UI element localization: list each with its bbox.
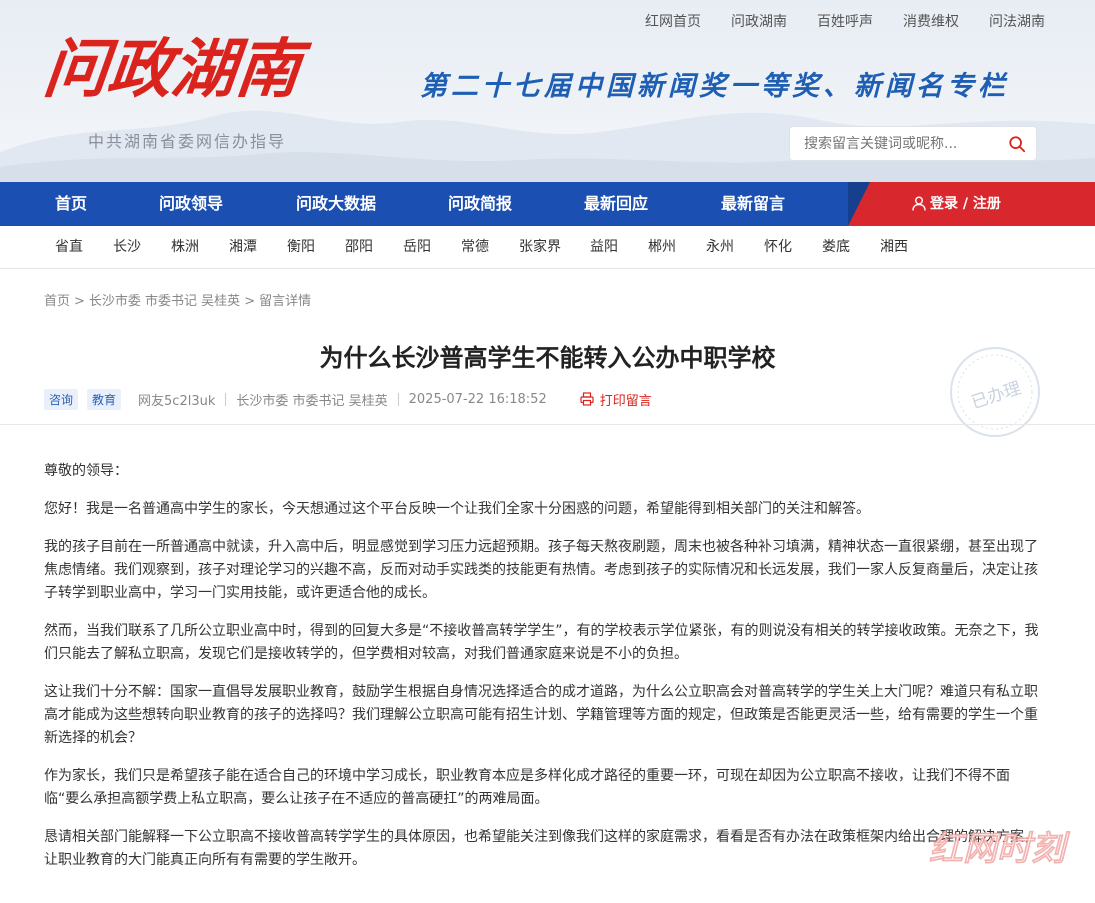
paragraph: 您好！我是一名普通高中学生的家长，今天想通过这个平台反映一个让我们全家十分困惑的… (44, 501, 870, 517)
message-content: 尊敬的领导： 您好！我是一名普通高中学生的家长，今天想通过这个平台反映一个让我们… (44, 460, 1044, 887)
region-item[interactable]: 株洲 (171, 226, 199, 269)
stamp-text: 已办理 (969, 378, 1024, 413)
author-name: 网友5c2l3uk (138, 393, 216, 409)
login-register-label: 登录 / 注册 (930, 196, 1001, 212)
tag-education[interactable]: 教育 (87, 388, 122, 410)
region-item[interactable]: 湘西 (880, 226, 908, 269)
divider (557, 393, 558, 406)
paragraph: 我的孩子目前在一所普通高中就读，升入高中后，明显感觉到学习压力远超预期。孩子每天… (44, 539, 1038, 601)
region-nav: 省直 长沙 株洲 湘潭 衡阳 邵阳 岳阳 常德 张家界 益阳 郴州 永州 怀化 … (0, 226, 1095, 269)
paragraph: 作为家长，我们只是希望孩子能在适合自己的环境中学习成长，职业教育本应是多样化成才… (44, 768, 1010, 807)
top-link-wenfa-hunan[interactable]: 问法湖南 (989, 11, 1045, 31)
article-meta: 咨询 教育 网友5c2l3uk 长沙市委 市委书记 吴桂英 2025-07-22… (44, 388, 652, 410)
region-item[interactable]: 怀化 (764, 226, 792, 269)
search-icon[interactable] (1008, 135, 1026, 153)
region-item[interactable]: 郴州 (648, 226, 676, 269)
paragraph: 尊敬的领导： (44, 463, 128, 479)
region-item[interactable]: 邵阳 (345, 226, 373, 269)
header-banner: 红网首页 问政湖南 百姓呼声 消费维权 问法湖南 问政湖南 中共湖南省委网信办指… (0, 0, 1095, 182)
nav-item-latest-responses[interactable]: 最新回应 (584, 182, 648, 226)
region-item[interactable]: 衡阳 (287, 226, 315, 269)
printer-icon (580, 392, 594, 406)
region-item[interactable]: 湘潭 (229, 226, 257, 269)
watermark-sub: REDNET.CN (971, 868, 1037, 879)
header-divider (0, 424, 1095, 425)
search-box (789, 126, 1037, 161)
region-item[interactable]: 永州 (706, 226, 734, 269)
page-title: 为什么长沙普高学生不能转入公办中职学校 (319, 343, 776, 372)
breadcrumb-home[interactable]: 首页 (44, 294, 70, 309)
top-link-wenzheng-hunan[interactable]: 问政湖南 (731, 11, 787, 31)
nav-item-leaders[interactable]: 问政领导 (159, 182, 223, 226)
message-target[interactable]: 长沙市委 市委书记 吴桂英 (236, 390, 387, 409)
top-link-baixing-husheng[interactable]: 百姓呼声 (817, 11, 873, 31)
user-icon (912, 196, 926, 211)
nav-item-latest-messages[interactable]: 最新留言 (721, 182, 785, 226)
divider (225, 392, 227, 406)
top-link-consumer-rights[interactable]: 消费维权 (903, 11, 959, 31)
paragraph: 这让我们十分不解：国家一直倡导发展职业教育，鼓励学生根据自身情况选择适合的成才道… (44, 684, 1038, 746)
breadcrumb: 首页 > 长沙市委 市委书记 吴桂英 > 留言详情 (44, 294, 312, 309)
region-item[interactable]: 益阳 (590, 226, 618, 269)
nav-item-home[interactable]: 首页 (55, 182, 87, 226)
region-item[interactable]: 岳阳 (403, 226, 431, 269)
nav-item-briefing[interactable]: 问政简报 (448, 182, 512, 226)
region-item[interactable]: 省直 (55, 226, 83, 269)
divider (397, 392, 399, 406)
search-input[interactable] (790, 135, 1000, 152)
top-links: 红网首页 问政湖南 百姓呼声 消费维权 问法湖南 (615, 11, 1045, 31)
paragraph: 恳请相关部门能解释一下公立职高不接收普高转学学生的具体原因，也希望能关注到像我们… (44, 829, 1038, 868)
region-item[interactable]: 张家界 (519, 226, 561, 269)
tag-consult[interactable]: 咨询 (44, 388, 79, 410)
main-nav: 首页 问政领导 问政大数据 问政简报 最新回应 最新留言 登录 / 注册 (0, 182, 1095, 226)
region-item[interactable]: 常德 (461, 226, 489, 269)
region-item[interactable]: 娄底 (822, 226, 850, 269)
breadcrumb-target[interactable]: 长沙市委 市委书记 吴桂英 (89, 294, 240, 309)
logo-subtitle: 中共湖南省委网信办指导 (88, 132, 287, 151)
breadcrumb-current: 留言详情 (259, 294, 312, 309)
top-link-rednet-home[interactable]: 红网首页 (645, 11, 701, 31)
login-register-button[interactable]: 登录 / 注册 (848, 182, 1095, 226)
award-slogan: 第二十七届中国新闻奖一等奖、新闻名专栏 (420, 71, 1009, 102)
nav-item-big-data[interactable]: 问政大数据 (296, 182, 376, 226)
region-item[interactable]: 长沙 (113, 226, 141, 269)
paragraph: 然而，当我们联系了几所公立职业高中时，得到的回复大多是“不接收普高转学学生”，有… (44, 623, 1039, 662)
post-datetime: 2025-07-22 16:18:52 (408, 391, 547, 407)
site-logo[interactable]: 问政湖南 (40, 32, 304, 107)
print-button[interactable]: 打印留言 (580, 390, 652, 409)
rednet-watermark-logo: 红网时刻 REDNET.CN (929, 829, 1072, 879)
print-label: 打印留言 (599, 393, 652, 409)
watermark-text: 红网时刻 (929, 829, 1071, 869)
